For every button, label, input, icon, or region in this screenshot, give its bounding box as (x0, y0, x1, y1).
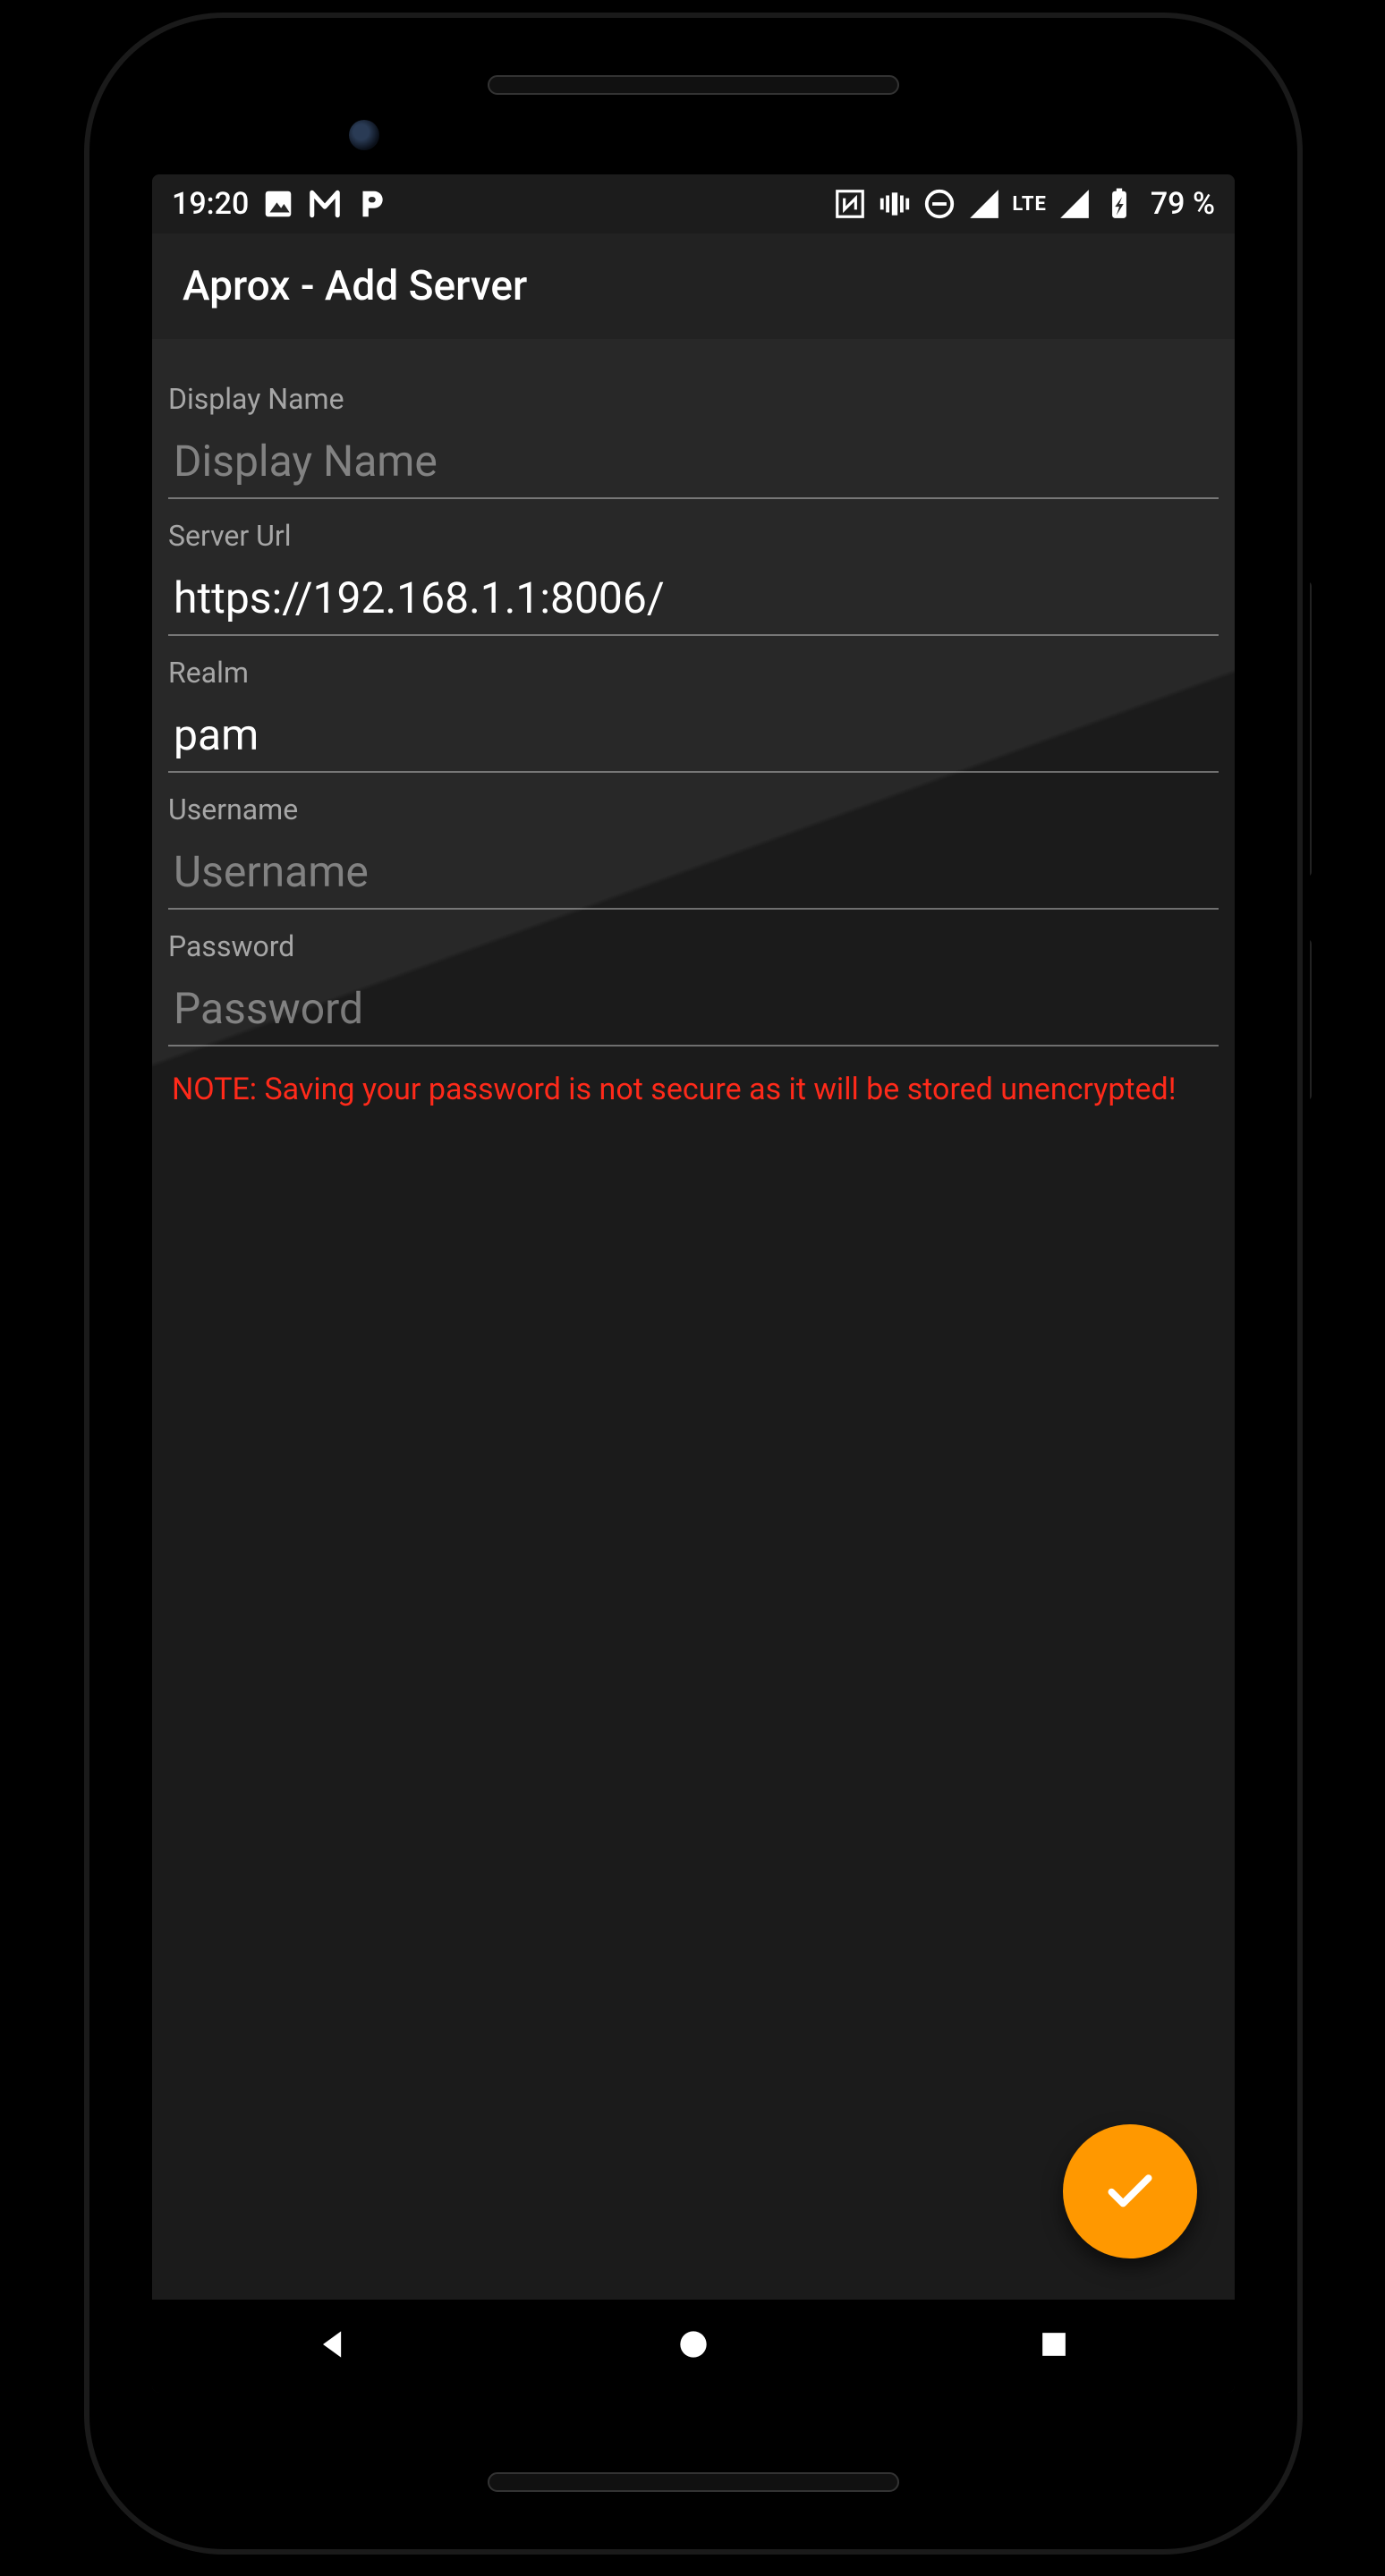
vibrate-icon (878, 187, 912, 221)
status-bar-left: 19:20 (172, 186, 388, 222)
system-nav-bar (152, 2300, 1235, 2393)
recents-button[interactable] (920, 2310, 1188, 2382)
realm-label: Realm (168, 656, 1219, 690)
app-p-icon (354, 187, 388, 221)
status-bar: 19:20 (152, 174, 1235, 233)
password-warning: NOTE: Saving your password is not secure… (168, 1068, 1219, 1112)
back-button[interactable] (199, 2310, 467, 2382)
status-time: 19:20 (172, 186, 249, 222)
app-m-icon (308, 187, 342, 221)
app-bar: Aprox - Add Server (152, 233, 1235, 339)
username-input[interactable] (168, 834, 1219, 910)
phone-frame: 19:20 (89, 18, 1297, 2549)
battery-charging-icon (1102, 187, 1136, 221)
circle-home-icon (674, 2325, 713, 2368)
realm-input[interactable] (168, 697, 1219, 773)
signal-icon-1 (967, 187, 1001, 221)
phone-screen: 19:20 (152, 174, 1235, 2393)
status-bar-right: LTE 79 % (833, 186, 1215, 222)
server-url-input[interactable] (168, 560, 1219, 636)
check-icon (1102, 2162, 1158, 2221)
battery-percent: 79 % (1151, 186, 1215, 222)
username-label: Username (168, 792, 1219, 826)
app-bar-title: Aprox - Add Server (183, 262, 527, 310)
stage: 19:20 (0, 0, 1385, 2576)
phone-speaker-top (488, 75, 899, 95)
network-type: LTE (1012, 193, 1046, 216)
home-button[interactable] (559, 2310, 828, 2382)
square-recents-icon (1034, 2325, 1074, 2368)
signal-icon-2 (1058, 187, 1092, 221)
triangle-back-icon (313, 2325, 353, 2368)
password-label: Password (168, 929, 1219, 963)
image-icon (261, 187, 295, 221)
phone-side-button-right-2 (1303, 939, 1312, 1100)
confirm-fab[interactable] (1063, 2124, 1197, 2258)
do-not-disturb-icon (922, 187, 956, 221)
nfc-icon (833, 187, 867, 221)
phone-side-button-right-1 (1303, 581, 1312, 877)
server-url-label: Server Url (168, 519, 1219, 553)
password-input[interactable] (168, 970, 1219, 1046)
display-name-input[interactable] (168, 423, 1219, 499)
phone-front-camera (349, 120, 379, 150)
display-name-label: Display Name (168, 382, 1219, 416)
form-content: Display Name Server Url Realm Username P… (152, 339, 1235, 1112)
phone-speaker-bottom (488, 2472, 899, 2492)
